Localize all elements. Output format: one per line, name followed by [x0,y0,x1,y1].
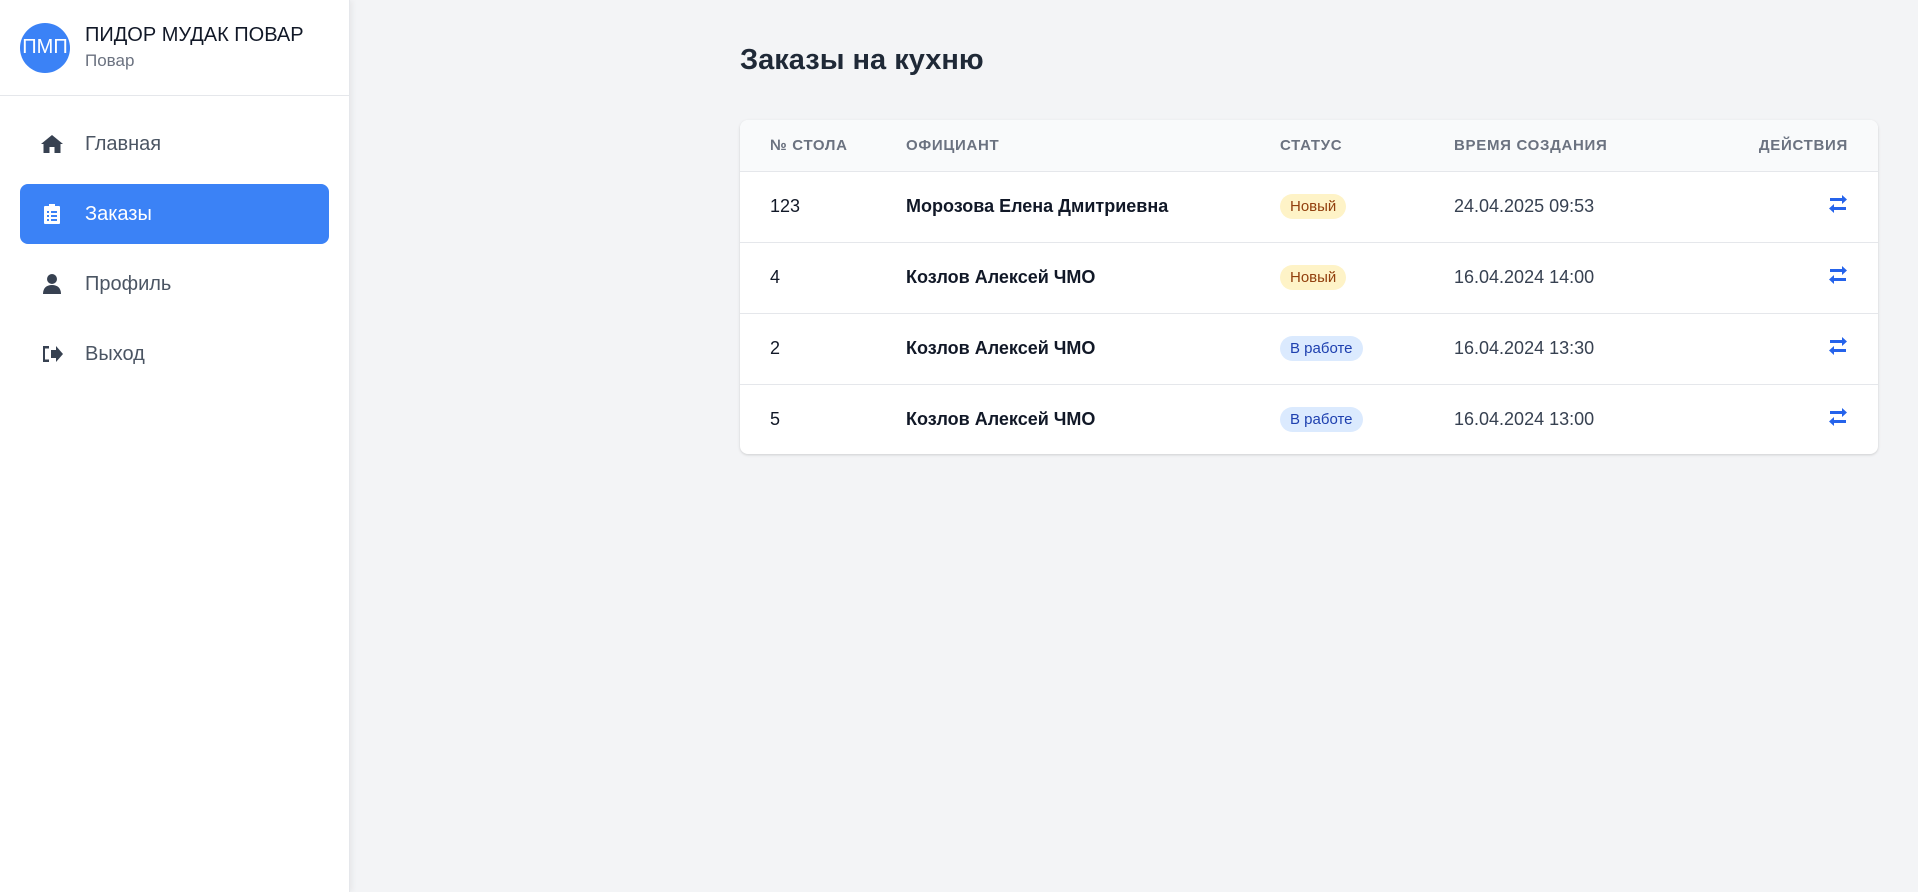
change-status-button[interactable] [1828,336,1848,356]
user-block: ПМП ПИДОР МУДАК ПОВАР Повар [0,0,349,96]
user-info: ПИДОР МУДАК ПОВАР Повар [85,22,304,73]
column-header-status: СТАТУС [1280,120,1454,172]
change-status-button[interactable] [1828,265,1848,285]
exchange-icon [1829,408,1847,427]
status-badge: В работе [1280,407,1363,433]
table-row: 4 Козлов Алексей ЧМО Новый 16.04.2024 14… [740,242,1878,313]
waiter-cell: Козлов Алексей ЧМО [906,267,1096,287]
status-badge: В работе [1280,336,1363,361]
exchange-icon [1829,195,1847,213]
sidebar-item-label: Заказы [85,202,152,225]
status-cell: В работе [1280,384,1454,454]
actions-cell [1714,242,1878,313]
sidebar-nav: Главная Заказы Профиль Выход [0,114,349,384]
created-cell: 16.04.2024 13:00 [1454,409,1595,430]
exchange-icon [1829,337,1847,355]
user-role: Повар [85,51,135,70]
table-no-cell: 2 [770,338,781,358]
waiter-cell: Козлов Алексей ЧМО [906,409,1096,430]
sidebar-item-label: Профиль [85,272,172,295]
sidebar-item-label: Выход [85,342,145,365]
table-row: 2 Козлов Алексей ЧМО В работе 16.04.2024… [740,313,1878,384]
table-no-cell: 4 [770,267,781,287]
sidebar-item-label: Главная [85,132,162,155]
sign-out-icon [40,342,64,366]
created-cell: 24.04.2025 09:53 [1454,196,1595,216]
status-cell: В работе [1280,313,1454,384]
waiter-cell: Козлов Алексей ЧМО [906,338,1096,358]
status-cell: Новый [1280,171,1454,242]
column-header-waiter: ОФИЦИАНТ [906,120,1280,172]
table-row: 123 Морозова Елена Дмитриевна Новый 24.0… [740,171,1878,242]
orders-card: № СТОЛА ОФИЦИАНТ СТАТУС ВРЕМЯ СОЗДАНИЯ Д… [740,120,1878,454]
column-header-created: ВРЕМЯ СОЗДАНИЯ [1454,120,1714,172]
table-row: 5 Козлов Алексей ЧМО В работе 16.04.2024… [740,384,1878,454]
change-status-button[interactable] [1828,194,1848,214]
exchange-icon [1829,266,1847,284]
avatar: ПМП [20,22,70,73]
waiter-cell: Морозова Елена Дмитриевна [906,196,1169,216]
clipboard-icon [40,202,64,226]
column-header-actions: ДЕЙСТВИЯ [1714,120,1878,172]
sidebar: ПМП ПИДОР МУДАК ПОВАР Повар Главная Зака… [0,0,350,892]
table-no-cell: 123 [770,196,801,216]
status-badge: Новый [1280,194,1347,219]
orders-table: № СТОЛА ОФИЦИАНТ СТАТУС ВРЕМЯ СОЗДАНИЯ Д… [740,120,1878,454]
sidebar-item-logout[interactable]: Выход [20,324,329,384]
created-cell: 16.04.2024 13:30 [1454,338,1595,358]
home-icon [40,132,64,156]
created-cell: 16.04.2024 14:00 [1454,267,1595,287]
page-title: Заказы на кухню [740,44,984,76]
sidebar-item-orders[interactable]: Заказы [20,184,329,244]
user-name: ПИДОР МУДАК ПОВАР [85,24,304,46]
column-header-table-no: № СТОЛА [740,120,906,172]
user-icon [40,272,64,296]
table-no-cell: 5 [770,409,781,430]
status-cell: Новый [1280,242,1454,313]
table-header-row: № СТОЛА ОФИЦИАНТ СТАТУС ВРЕМЯ СОЗДАНИЯ Д… [740,120,1878,172]
status-badge: Новый [1280,265,1347,290]
actions-cell [1714,313,1878,384]
change-status-button[interactable] [1828,407,1848,427]
actions-cell [1714,171,1878,242]
actions-cell [1714,384,1878,454]
sidebar-item-home[interactable]: Главная [20,114,329,174]
sidebar-item-profile[interactable]: Профиль [20,254,329,314]
